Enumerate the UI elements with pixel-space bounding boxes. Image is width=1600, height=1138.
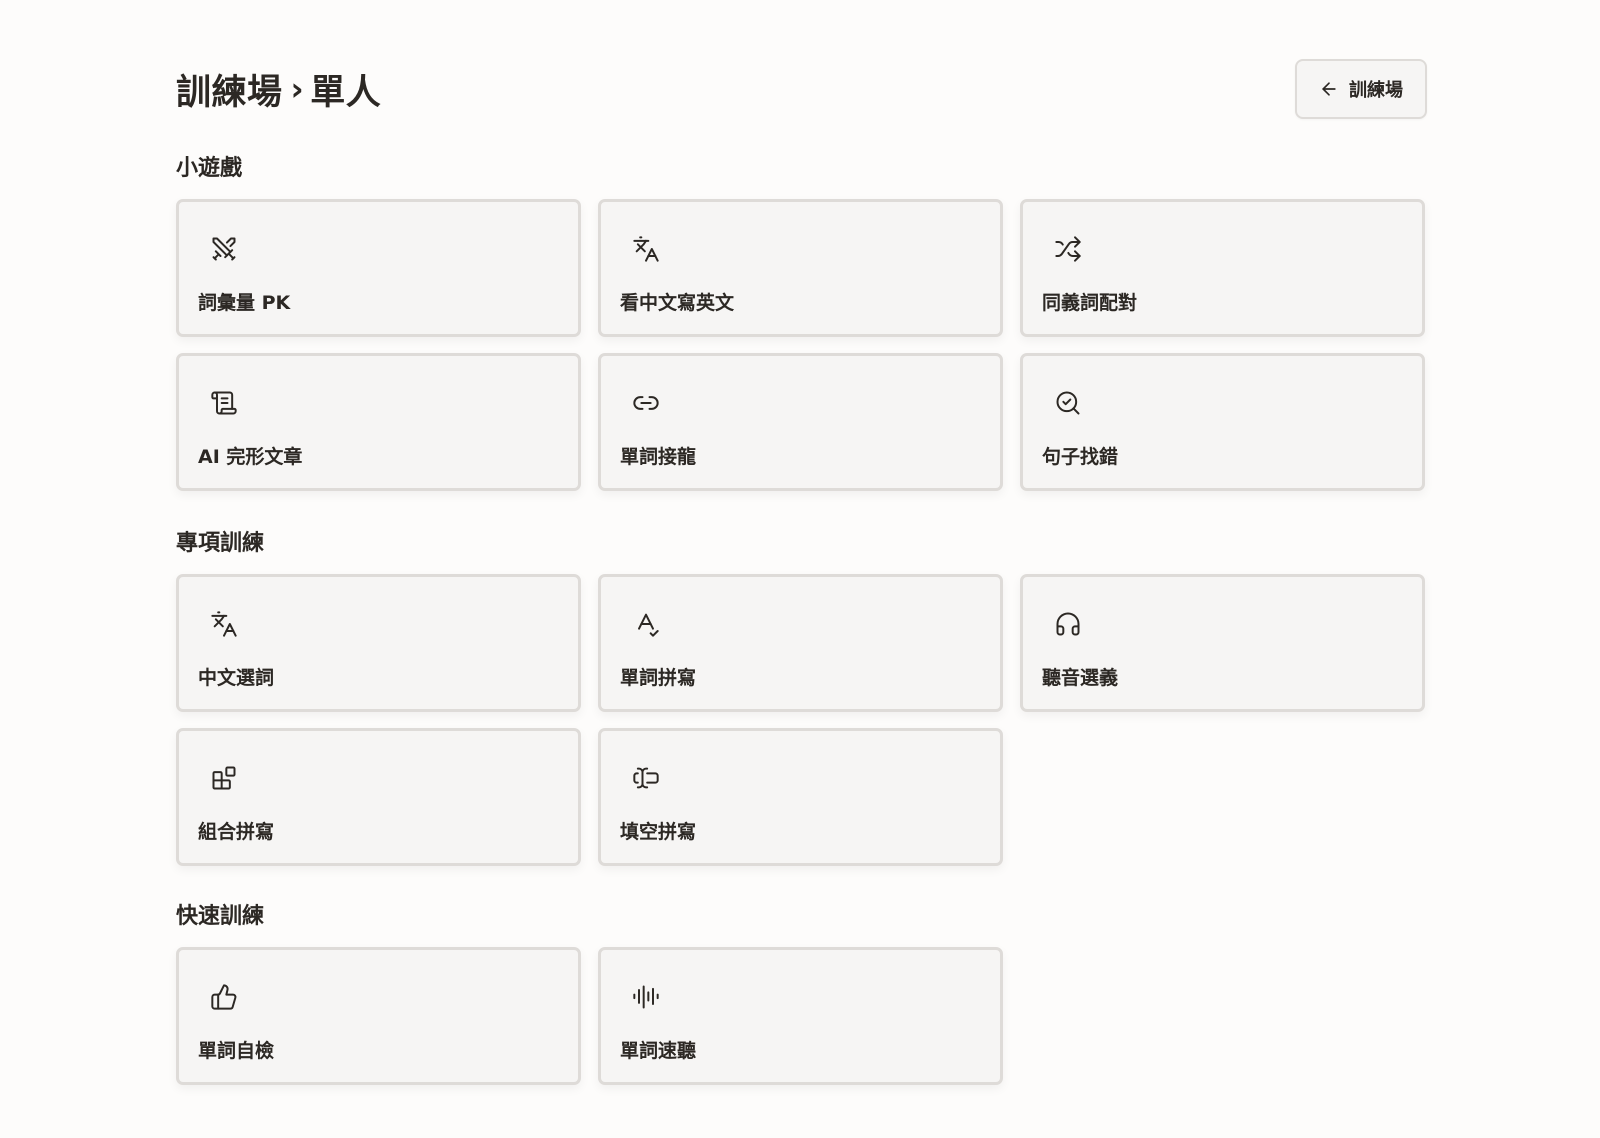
card-word-self-check[interactable]: 單詞自檢 <box>176 947 581 1085</box>
card-chinese-to-english[interactable]: 看中文寫英文 <box>598 199 1003 337</box>
card-chinese-word-choice[interactable]: 中文選詞 <box>176 574 581 712</box>
card-vocab-pk[interactable]: 詞彙量 PK <box>176 199 581 337</box>
headphones-icon <box>1053 609 1083 639</box>
card-label: 看中文寫英文 <box>620 292 735 314</box>
spell-check-icon <box>631 609 661 639</box>
swords-icon <box>209 234 239 264</box>
section-title-focused-training: 專項訓練 <box>176 531 265 556</box>
page-title: 訓練場 › 單人 <box>176 64 381 115</box>
breadcrumb-current: 單人 <box>310 72 382 113</box>
card-label: 中文選詞 <box>198 667 275 689</box>
card-word-spelling[interactable]: 單詞拼寫 <box>598 574 1003 712</box>
training-single-page: 訓練場 › 單人 訓練場 小遊戲 詞彙量 PK 看中文寫英文 同義詞配對 AI … <box>0 0 1600 1138</box>
link-icon <box>631 388 661 418</box>
card-fill-blank-spelling[interactable]: 填空拼寫 <box>598 728 1003 866</box>
back-button-label: 訓練場 <box>1349 80 1403 101</box>
breadcrumb-parent: 訓練場 <box>176 72 283 113</box>
translate-icon <box>631 234 661 264</box>
card-listen-choose-meaning[interactable]: 聽音選義 <box>1020 574 1425 712</box>
card-sentence-error[interactable]: 句子找錯 <box>1020 353 1425 491</box>
page-header: 訓練場 › 單人 訓練場 <box>176 58 1427 120</box>
card-ai-cloze[interactable]: AI 完形文章 <box>176 353 581 491</box>
breadcrumb-separator: › <box>290 70 305 108</box>
card-label: 單詞接龍 <box>620 446 697 468</box>
thumbs-up-icon <box>209 982 239 1012</box>
translate-icon <box>209 609 239 639</box>
card-label: 組合拼寫 <box>198 821 275 843</box>
card-label: 句子找錯 <box>1042 446 1119 468</box>
card-label: 詞彙量 PK <box>198 292 291 314</box>
card-label: 單詞拼寫 <box>620 667 697 689</box>
back-button[interactable]: 訓練場 <box>1295 59 1427 119</box>
card-label: 填空拼寫 <box>620 821 697 843</box>
card-word-chain[interactable]: 單詞接龍 <box>598 353 1003 491</box>
blocks-icon <box>209 763 239 793</box>
card-label: AI 完形文章 <box>198 446 303 468</box>
section-title-quick-training: 快速訓練 <box>176 904 265 929</box>
mini-games-grid: 詞彙量 PK 看中文寫英文 同義詞配對 AI 完形文章 單詞接龍 句子找錯 <box>176 199 1427 491</box>
search-check-icon <box>1053 388 1083 418</box>
arrow-left-icon <box>1319 79 1339 99</box>
shuffle-icon <box>1053 234 1083 264</box>
card-word-quick-listen[interactable]: 單詞速聽 <box>598 947 1003 1085</box>
card-synonym-match[interactable]: 同義詞配對 <box>1020 199 1425 337</box>
card-label: 單詞自檢 <box>198 1040 275 1062</box>
audio-lines-icon <box>631 982 661 1012</box>
focused-training-grid: 中文選詞 單詞拼寫 聽音選義 組合拼寫 填空拼寫 <box>176 574 1427 866</box>
card-label: 單詞速聽 <box>620 1040 697 1062</box>
card-label: 聽音選義 <box>1042 667 1119 689</box>
text-cursor-input-icon <box>631 763 661 793</box>
section-title-mini-games: 小遊戲 <box>176 156 243 181</box>
scroll-icon <box>209 388 239 418</box>
card-combination-spelling[interactable]: 組合拼寫 <box>176 728 581 866</box>
quick-training-grid: 單詞自檢 單詞速聽 <box>176 947 1427 1085</box>
card-label: 同義詞配對 <box>1042 292 1138 314</box>
